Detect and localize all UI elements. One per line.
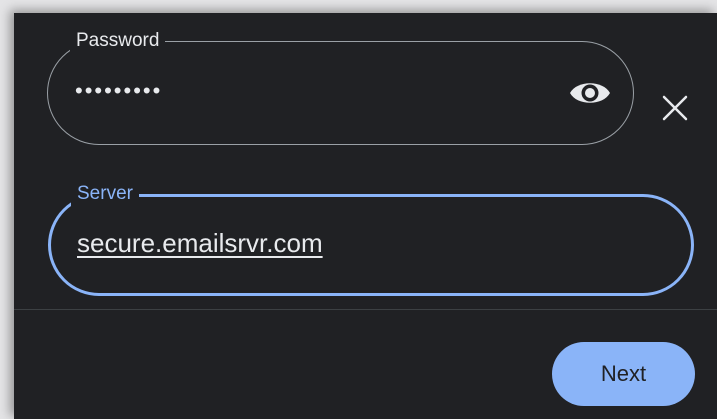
server-field[interactable]: Server secure.emailsrvr.com	[48, 182, 694, 296]
server-label: Server	[71, 182, 139, 206]
close-icon-glyph	[662, 95, 688, 121]
next-button[interactable]: Next	[552, 342, 695, 406]
password-value[interactable]: •••••••••	[75, 78, 162, 104]
close-icon[interactable]	[660, 93, 690, 123]
show-password-icon[interactable]	[568, 75, 612, 111]
password-label: Password	[70, 29, 166, 53]
divider	[14, 309, 717, 310]
password-field[interactable]: Password •••••••••	[47, 29, 634, 145]
eye-icon	[570, 83, 610, 103]
account-settings-dialog: Password ••••••••• Server secure.emailsr…	[14, 13, 717, 419]
server-input[interactable]: secure.emailsrvr.com	[77, 227, 323, 259]
